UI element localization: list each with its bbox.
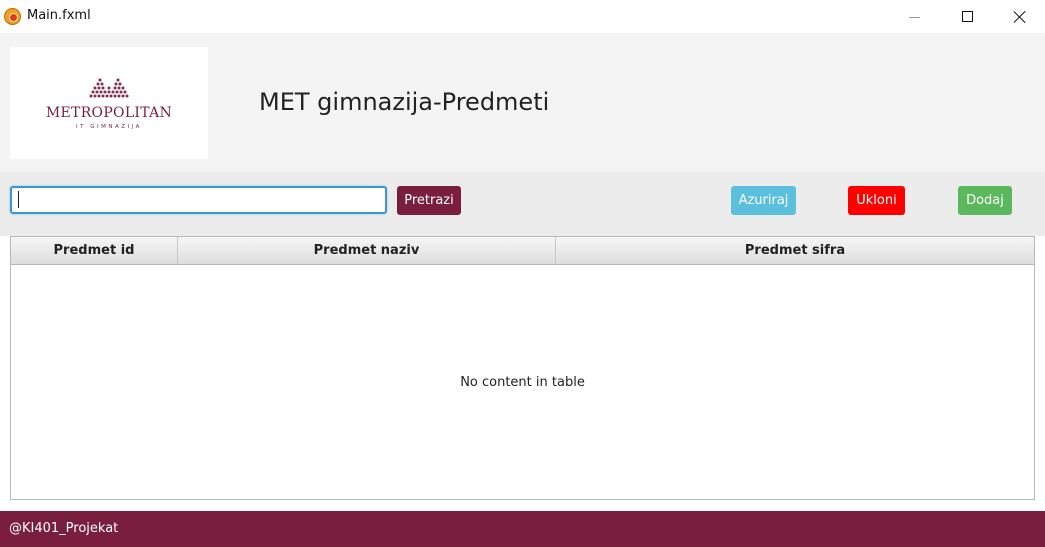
remove-button[interactable]: Ukloni xyxy=(848,186,905,215)
title-bar: Main.fxml xyxy=(0,0,1045,33)
app-window: Main.fxml METROPOLITAN IT GIMNAZIJA MET … xyxy=(0,0,1045,547)
logo-name: METROPOLITAN xyxy=(45,105,173,121)
logo-subtitle: IT GIMNAZIJA xyxy=(76,124,142,130)
logo-mark-icon xyxy=(89,78,129,98)
toolbar: Pretrazi Azuriraj Ukloni Dodaj xyxy=(0,172,1045,236)
search-button[interactable]: Pretrazi xyxy=(397,186,461,215)
app-icon xyxy=(4,8,21,25)
footer-text: @KI401_Projekat xyxy=(9,521,119,536)
column-header-id[interactable]: Predmet id xyxy=(11,237,178,264)
column-header-code[interactable]: Predmet sifra xyxy=(556,237,1034,264)
text-cursor xyxy=(18,191,19,208)
add-button[interactable]: Dodaj xyxy=(958,186,1012,215)
minimize-button[interactable] xyxy=(891,0,937,33)
minimize-icon xyxy=(908,17,920,18)
logo: METROPOLITAN IT GIMNAZIJA xyxy=(10,47,208,159)
window-title: Main.fxml xyxy=(27,8,91,23)
table-header: Predmet id Predmet naziv Predmet sifra xyxy=(11,237,1034,265)
footer: @KI401_Projekat xyxy=(0,511,1045,547)
empty-table-placeholder: No content in table xyxy=(460,374,585,390)
page-title: MET gimnazija-Predmeti xyxy=(259,88,550,116)
search-input[interactable] xyxy=(10,186,387,214)
column-header-name[interactable]: Predmet naziv xyxy=(178,237,556,264)
maximize-button[interactable] xyxy=(944,0,990,33)
header: METROPOLITAN IT GIMNAZIJA MET gimnazija-… xyxy=(0,33,1045,172)
close-icon xyxy=(1013,10,1027,24)
subjects-table[interactable]: Predmet id Predmet naziv Predmet sifra N… xyxy=(10,236,1035,500)
close-button[interactable] xyxy=(997,0,1043,33)
update-button[interactable]: Azuriraj xyxy=(731,186,796,215)
maximize-icon xyxy=(961,11,973,22)
